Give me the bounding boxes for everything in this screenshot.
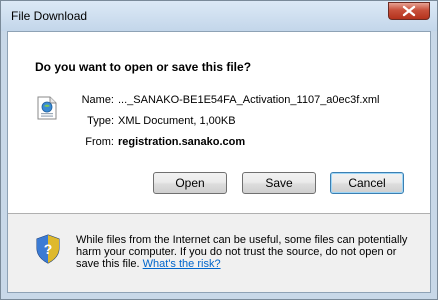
svg-text:?: ? (44, 241, 53, 257)
security-warning-text: While files from the Internet can be use… (76, 234, 421, 270)
file-source-value: registration.sanako.com (118, 136, 246, 148)
name-label: Name: (81, 94, 114, 106)
file-name-value: ..._SANAKO-BE1E54FA_Activation_1107_a0ec… (118, 94, 380, 106)
type-label: Type: (87, 115, 114, 127)
title-bar[interactable]: File Download (1, 1, 437, 31)
window-title: File Download (11, 9, 88, 23)
whats-the-risk-link[interactable]: What's the risk? (143, 258, 221, 270)
from-label: From: (85, 136, 114, 148)
dialog-body: Do you want to open or save this file? N… (7, 31, 431, 293)
close-icon (402, 5, 416, 17)
open-button[interactable]: Open (153, 172, 227, 194)
name-label-cell: Name: (78, 94, 114, 108)
close-button[interactable] (388, 2, 430, 20)
file-download-dialog: File Download Do you want to open or sav… (0, 0, 438, 300)
dialog-question: Do you want to open or save this file? (35, 60, 252, 74)
from-label-cell: From: (78, 136, 114, 150)
file-type-value: XML Document, 1,00KB (118, 115, 236, 127)
warning-message: While files from the Internet can be use… (76, 234, 408, 270)
cancel-button[interactable]: Cancel (330, 172, 404, 194)
xml-document-icon (37, 96, 57, 120)
type-label-cell: Type: (78, 115, 114, 129)
security-warning-panel: ? While files from the Internet can be u… (8, 214, 430, 292)
save-button[interactable]: Save (242, 172, 316, 194)
security-shield-question-icon: ? (36, 234, 60, 264)
